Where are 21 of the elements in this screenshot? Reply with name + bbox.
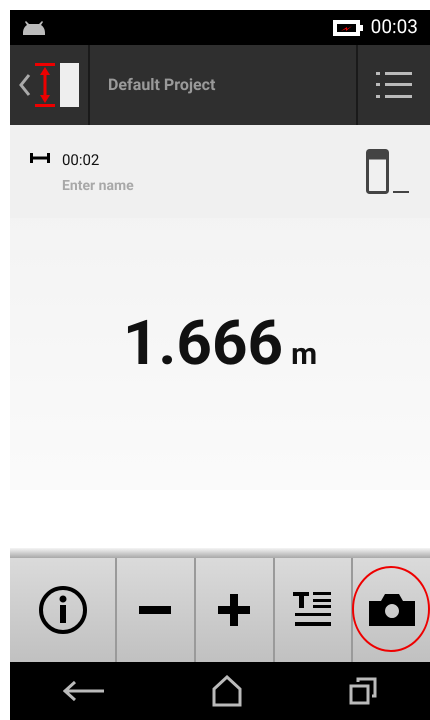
distance-value: 1.666 xyxy=(122,313,284,375)
length-icon xyxy=(30,153,50,163)
distance-device-icon xyxy=(35,63,79,107)
menu-icon xyxy=(376,70,412,100)
name-field[interactable]: Enter name xyxy=(62,176,202,196)
home-icon[interactable] xyxy=(212,675,242,707)
minus-icon xyxy=(139,606,172,614)
back-arrow-icon[interactable] xyxy=(63,680,106,702)
device-reference-icon xyxy=(366,149,410,195)
battery-icon xyxy=(332,20,363,36)
distance-unit: m xyxy=(291,340,318,370)
plus-icon xyxy=(218,594,250,626)
measurement-time: 00:02 xyxy=(62,150,100,171)
camera-icon xyxy=(368,594,415,626)
android-icon xyxy=(22,20,46,34)
recent-apps-icon[interactable] xyxy=(348,677,377,705)
info-icon xyxy=(38,585,88,635)
project-title: Default Project xyxy=(107,74,216,96)
clock-time: 00:03 xyxy=(370,14,418,40)
back-chevron-icon xyxy=(19,74,31,96)
text-format-icon xyxy=(292,592,333,628)
